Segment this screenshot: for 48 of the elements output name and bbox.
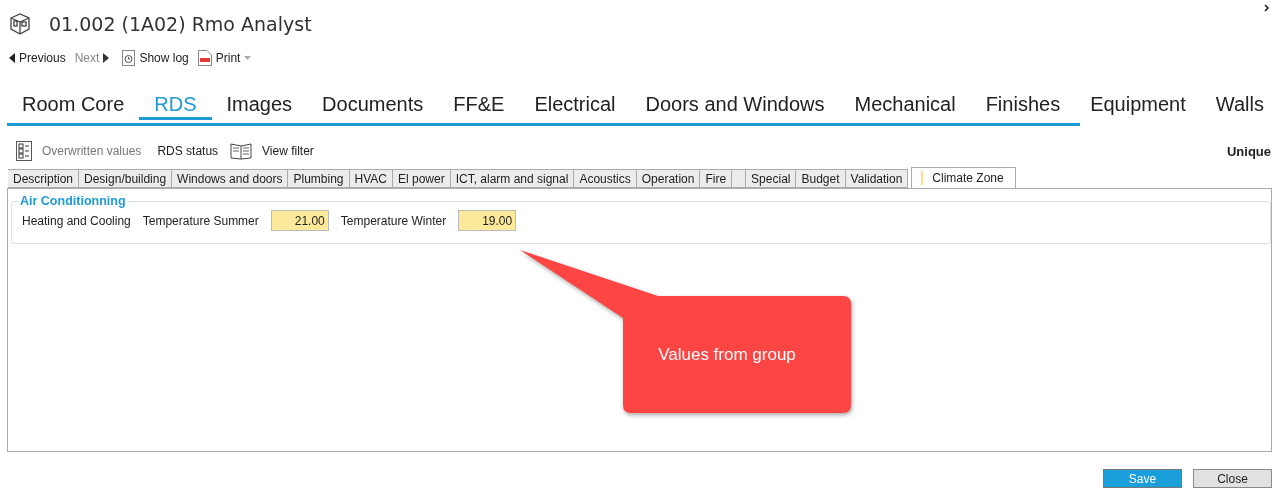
sub-tab[interactable]: El power [392, 169, 451, 188]
main-tab[interactable]: Room Core [7, 92, 140, 120]
sub-tab[interactable]: Climate Zone [911, 167, 1016, 188]
main-tab[interactable]: Documents [307, 92, 439, 120]
print-button[interactable]: Print [197, 50, 252, 66]
rds-status-button[interactable]: RDS status [157, 144, 219, 158]
field-label: Temperature Summer [142, 213, 259, 228]
sub-tab[interactable]: Budget [796, 169, 846, 188]
sub-tab[interactable]: Operation [636, 169, 701, 188]
callout-text: Values from group [657, 344, 797, 366]
unique-label: Unique [1226, 143, 1271, 159]
pdf-document-icon [197, 50, 212, 66]
sub-tab[interactable]: HVAC [349, 169, 393, 188]
sub-tab[interactable]: Description [8, 169, 80, 188]
main-tab[interactable]: Electrical [519, 92, 631, 120]
sub-tab[interactable]: Windows and doors [172, 169, 289, 188]
sub-tab[interactable]: Acoustics [574, 169, 637, 188]
open-book-icon [230, 142, 253, 160]
app-logo-icon [9, 13, 31, 35]
main-tab[interactable]: Doors and Windows [630, 92, 840, 120]
group-label: Heating and Cooling [22, 213, 131, 228]
main-tab[interactable]: Equipment [1075, 92, 1201, 120]
sub-tab[interactable]: Special [746, 169, 797, 188]
group-title: Air Conditionning [19, 194, 127, 208]
close-button[interactable]: Close [1193, 469, 1272, 488]
dropdown-caret-icon [244, 56, 252, 60]
input-field[interactable]: 19.00 [458, 210, 517, 231]
clock-document-icon [122, 50, 136, 66]
main-tab[interactable]: Finishes [970, 92, 1076, 120]
left-triangle-icon [9, 53, 15, 63]
log-button[interactable]: Show log [122, 50, 189, 66]
input-field[interactable]: 21.00 [270, 210, 329, 231]
prev-button[interactable]: Previous [9, 51, 66, 65]
sub-tab[interactable]: Fire [700, 169, 733, 188]
right-triangle-icon [103, 53, 110, 63]
main-tab[interactable]: Mechanical [839, 92, 971, 120]
field-label: Temperature Winter [340, 213, 447, 228]
sub-tab[interactable]: ICT, alarm and signal [450, 169, 575, 188]
main-tab[interactable]: Walls [1200, 92, 1272, 120]
view-filter-button[interactable]: View filter [230, 142, 314, 160]
sub-tab[interactable]: Plumbing [288, 169, 350, 188]
chevron-icon[interactable] [1264, 4, 1270, 12]
sub-tab[interactable]: Design/building [79, 169, 173, 188]
sub-tab[interactable]: Validation [845, 169, 909, 188]
main-tab[interactable]: FF&E [438, 92, 520, 120]
window-title: 01.002 (1A02) Rmo Analyst [49, 13, 312, 35]
checklist-icon [16, 141, 32, 161]
main-tab[interactable]: Images [211, 92, 308, 120]
